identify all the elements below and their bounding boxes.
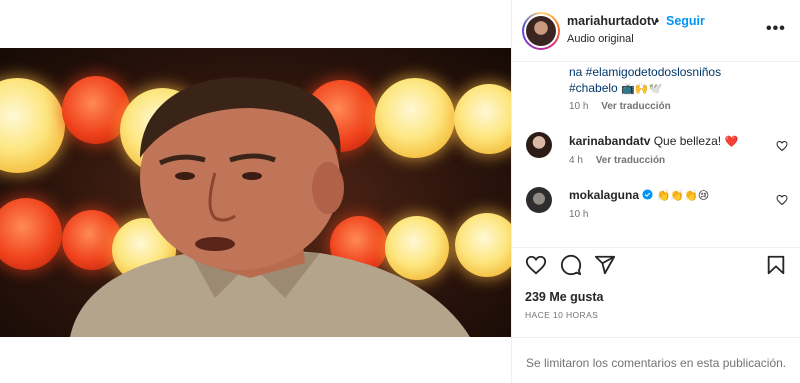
comment-username[interactable]: mokalaguna — [569, 188, 639, 202]
bookmark-icon[interactable] — [765, 254, 787, 276]
post-video[interactable] — [0, 48, 511, 337]
caption-hashtag-line: #chabelo 📺🙌🕊️ — [569, 81, 662, 95]
like-comment-heart-icon[interactable] — [776, 140, 788, 152]
post-sidebar: mariahurtadotv • Seguir Audio original •… — [511, 0, 800, 383]
heart-icon[interactable] — [525, 254, 547, 276]
post-username[interactable]: mariahurtadotv — [567, 14, 658, 28]
caption-emojis: 📺🙌🕊️ — [621, 82, 663, 95]
caption-time: 10 h — [569, 101, 589, 112]
caption-meta: 10 h Ver traducción — [569, 101, 671, 112]
comment-item: karinabandatv Que belleza! ❤️ — [569, 134, 738, 148]
comment-emoji: 👏👏👏😢 — [656, 189, 710, 202]
man-figure — [70, 77, 470, 337]
separator-dot: • — [655, 14, 660, 28]
like-comment-heart-icon[interactable] — [776, 194, 788, 206]
comment-time: 10 h — [569, 209, 589, 220]
comment-emoji: ❤️ — [724, 135, 739, 148]
hashtag-link[interactable]: #chabelo — [569, 81, 618, 95]
profile-avatar[interactable] — [522, 12, 560, 50]
comment-time: 4 h — [569, 155, 583, 166]
commenter-avatar[interactable] — [526, 132, 552, 158]
comment-meta: 10 h — [569, 209, 588, 220]
post-header: mariahurtadotv • Seguir Audio original •… — [512, 0, 800, 62]
comment-username[interactable]: karinabandatv — [569, 134, 650, 148]
likes-count[interactable]: 239 Me gusta — [525, 290, 604, 304]
post-timestamp: HACE 10 HORAS — [525, 310, 599, 320]
comments-limited-notice: Se limitaron los comentarios en esta pub… — [526, 356, 787, 370]
comment-text: Que belleza! — [653, 134, 722, 148]
follow-button[interactable]: Seguir — [666, 14, 705, 28]
post-actions: 239 Me gusta HACE 10 HORAS — [512, 247, 800, 337]
comment-meta: 4 h Ver traducción — [569, 155, 665, 166]
share-icon[interactable] — [594, 254, 616, 276]
verified-badge-icon — [642, 189, 653, 200]
commenter-avatar[interactable] — [526, 187, 552, 213]
audio-label[interactable]: Audio original — [567, 33, 634, 45]
translate-link[interactable]: Ver traducción — [601, 101, 670, 112]
comment-footer: Se limitaron los comentarios en esta pub… — [512, 337, 800, 383]
comment-icon[interactable] — [560, 254, 582, 276]
avatar-image — [526, 16, 556, 46]
comment-item: mokalaguna 👏👏👏😢 — [569, 188, 709, 202]
more-options-icon[interactable]: ••• — [766, 20, 786, 38]
translate-link[interactable]: Ver traducción — [596, 155, 665, 166]
caption-hashtags[interactable]: na #elamigodetodoslosniños — [569, 65, 721, 79]
comments-list[interactable]: na #elamigodetodoslosniños #chabelo 📺🙌🕊️… — [512, 62, 800, 247]
